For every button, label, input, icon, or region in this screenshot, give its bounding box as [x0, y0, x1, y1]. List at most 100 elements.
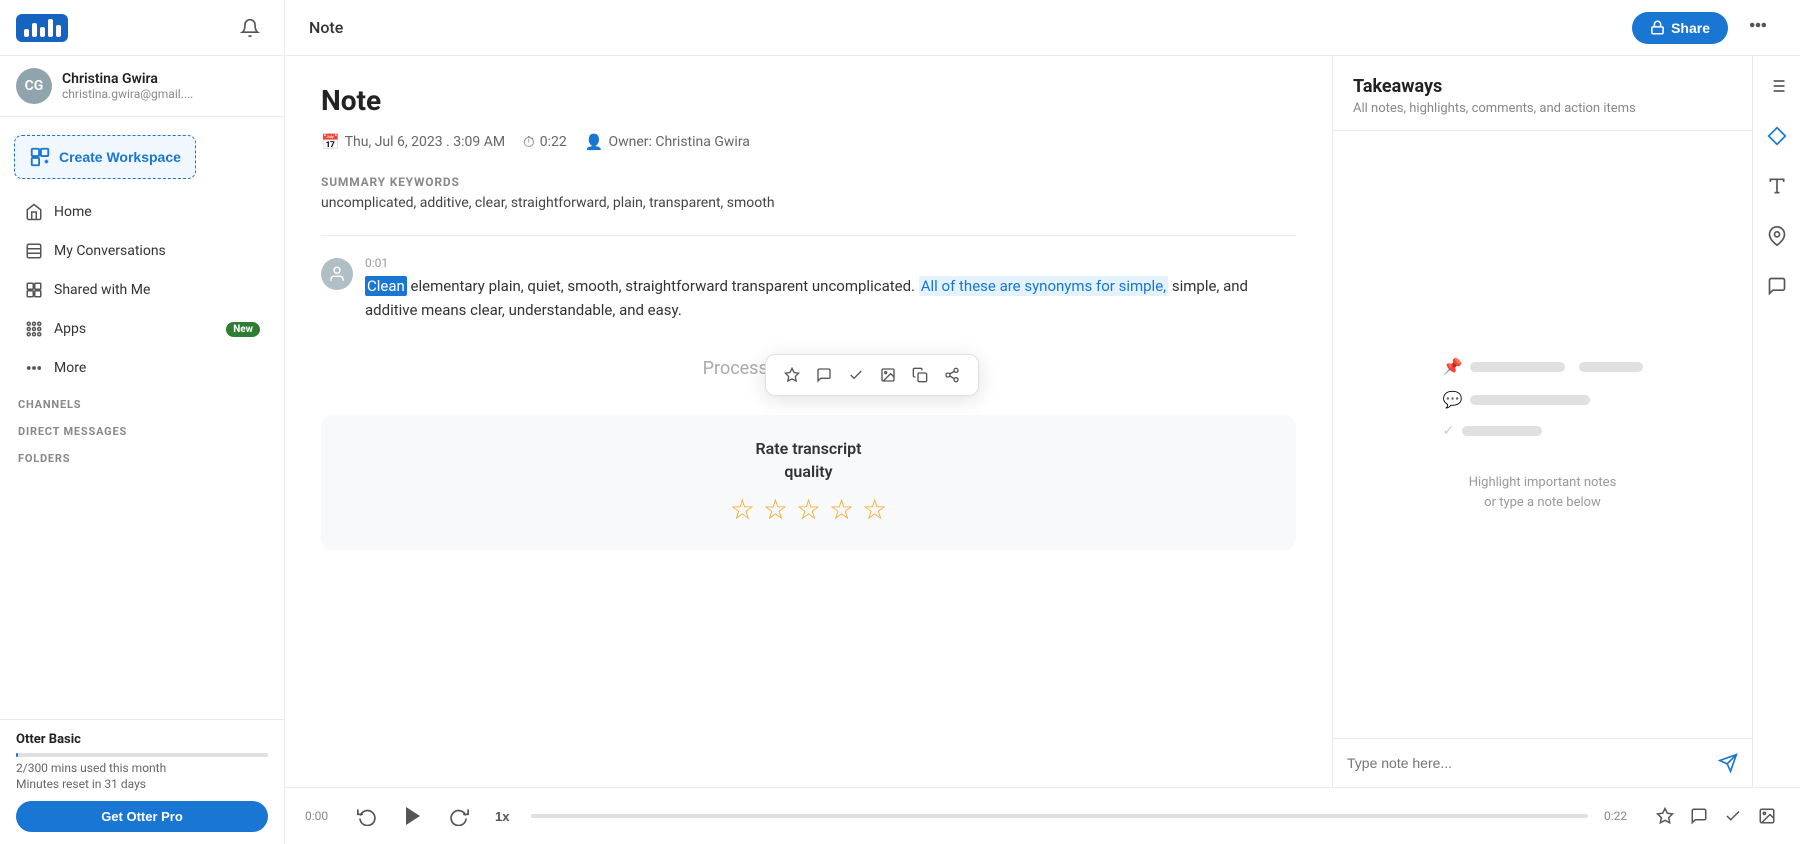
folders-section-header: FOLDERS: [0, 442, 284, 469]
transcript-entry: 0:01 Clean elementary plain, quiet, smoo…: [321, 256, 1296, 322]
player-image-button[interactable]: [1754, 803, 1780, 829]
rail-text-icon[interactable]: [1761, 170, 1793, 202]
rail-list-icon[interactable]: [1761, 70, 1793, 102]
hint-line2: or type a note below: [1484, 495, 1601, 510]
logo-bar-3: [40, 27, 45, 37]
rail-diamond-icon[interactable]: [1761, 120, 1793, 152]
sidebar-item-more[interactable]: More: [6, 349, 278, 387]
more-label: More: [54, 360, 260, 376]
send-note-button[interactable]: [1718, 753, 1738, 773]
home-label: Home: [54, 204, 260, 220]
note-owner-text: Owner: Christina Gwira: [608, 134, 749, 150]
fast-forward-button[interactable]: [445, 802, 473, 830]
user-email: christina.gwira@gmail....: [62, 87, 193, 101]
logo-bars: [24, 19, 61, 37]
toolbar-pin-button[interactable]: [776, 361, 808, 389]
note-duration-text: 0:22: [540, 134, 567, 150]
transcript-text: Clean elementary plain, quiet, smooth, s…: [365, 274, 1296, 322]
placeholder-line-3: [1470, 395, 1590, 405]
user-name: Christina Gwira: [62, 71, 193, 87]
more-options-button[interactable]: [1740, 11, 1776, 45]
toolbar-comment-button[interactable]: [808, 361, 840, 389]
summary-keywords: uncomplicated, additive, clear, straight…: [321, 195, 1296, 211]
more-icon: [24, 358, 44, 378]
my-conversations-label: My Conversations: [54, 243, 260, 259]
placeholder-row-1: 📌: [1443, 357, 1643, 376]
takeaways-title: Takeaways: [1353, 76, 1732, 97]
note-title: Note: [321, 84, 1296, 117]
placeholder-line-4: [1462, 426, 1542, 436]
note-input[interactable]: [1347, 749, 1710, 777]
player-comment-button[interactable]: [1686, 803, 1712, 829]
audio-player: 0:00 1x 0:22: [285, 787, 1800, 844]
create-workspace-label: Create Workspace: [59, 149, 181, 165]
takeaways-header: Takeaways All notes, highlights, comment…: [1333, 56, 1752, 131]
user-info: Christina Gwira christina.gwira@gmail...…: [62, 71, 193, 101]
plan-reset-text: Minutes reset in 31 days: [16, 777, 268, 791]
logo-bar-1: [24, 29, 29, 37]
audio-time-start: 0:00: [305, 809, 337, 823]
apps-icon: [24, 319, 44, 339]
owner-icon: 👤: [585, 133, 604, 151]
rewind-button[interactable]: [353, 802, 381, 830]
share-button[interactable]: Share: [1632, 12, 1728, 44]
user-section[interactable]: CG Christina Gwira christina.gwira@gmail…: [0, 56, 284, 117]
transcript-body-1: elementary plain, quiet, smooth, straigh…: [411, 277, 919, 295]
rail-pin-icon[interactable]: [1761, 220, 1793, 252]
pin-placeholder-icon: 📌: [1443, 357, 1463, 376]
summary-label: SUMMARY KEYWORDS: [321, 175, 1296, 189]
notification-button[interactable]: [232, 10, 268, 46]
toolbar-image-button[interactable]: [872, 361, 904, 389]
plan-usage-text: 2/300 mins used this month: [16, 761, 268, 775]
star-5[interactable]: ☆: [862, 493, 887, 526]
note-owner: 👤 Owner: Christina Gwira: [585, 133, 750, 151]
logo-bar-2: [32, 23, 37, 37]
app-logo[interactable]: [16, 14, 68, 42]
placeholder-line-2: [1579, 362, 1642, 372]
placeholder-row-3: ✓: [1443, 423, 1643, 439]
plan-name: Otter Basic: [16, 732, 268, 747]
toolbar-copy-button[interactable]: [904, 361, 936, 389]
play-button[interactable]: [397, 800, 429, 832]
usage-bar-bg: [16, 753, 268, 757]
highlighted-word[interactable]: Clean: [365, 276, 407, 296]
progress-bar[interactable]: [531, 814, 1588, 818]
placeholder-items: 📌 💬 ✓: [1443, 357, 1643, 453]
sidebar-item-apps[interactable]: Apps New: [6, 310, 278, 348]
star-3[interactable]: ☆: [796, 493, 821, 526]
note-date-text: Thu, Jul 6, 2023 . 3:09 AM: [345, 134, 505, 150]
sidebar-item-home[interactable]: Home: [6, 193, 278, 231]
star-1[interactable]: ☆: [730, 493, 755, 526]
sidebar-item-shared[interactable]: Shared with Me: [6, 271, 278, 309]
placeholder-row-2: 💬: [1443, 390, 1643, 409]
star-4[interactable]: ☆: [829, 493, 854, 526]
summary-section: SUMMARY KEYWORDS uncomplicated, additive…: [321, 175, 1296, 211]
toolbar-check-button[interactable]: [840, 361, 872, 389]
rail-comment-icon[interactable]: [1761, 270, 1793, 302]
speed-button[interactable]: 1x: [489, 805, 515, 828]
note-input-area: [1333, 738, 1752, 787]
rate-transcript-title: Rate transcript: [345, 439, 1272, 458]
highlighted-phrase[interactable]: All of these are synonyms for simple,: [919, 276, 1168, 296]
divider: [321, 235, 1296, 236]
star-rating[interactable]: ☆ ☆ ☆ ☆ ☆: [345, 493, 1272, 526]
transcript-timestamp: 0:01: [365, 256, 1296, 270]
placeholder-line-1: [1470, 362, 1565, 372]
logo-icon: [16, 14, 68, 42]
player-pin-button[interactable]: [1652, 803, 1678, 829]
star-2[interactable]: ☆: [763, 493, 788, 526]
takeaways-body: 📌 💬 ✓ Highlight important notes: [1333, 131, 1752, 738]
player-action-button[interactable]: [1720, 803, 1746, 829]
hint-line1: Highlight important notes: [1469, 475, 1617, 490]
shared-icon: [24, 280, 44, 300]
logo-bar-4: [48, 19, 53, 37]
audio-time-end: 0:22: [1604, 809, 1636, 823]
create-workspace-button[interactable]: Create Workspace: [14, 135, 196, 179]
upgrade-button[interactable]: Get Otter Pro: [16, 801, 268, 832]
toolbar-share-button[interactable]: [936, 361, 968, 389]
main-content: Note Share Note 📅 Thu, Jul 6, 2023 . 3:0…: [285, 0, 1800, 844]
conversations-icon: [24, 241, 44, 261]
sidebar-item-my-conversations[interactable]: My Conversations: [6, 232, 278, 270]
player-tools: [1652, 803, 1780, 829]
highlight-hint: Highlight important notes or type a note…: [1469, 473, 1617, 512]
